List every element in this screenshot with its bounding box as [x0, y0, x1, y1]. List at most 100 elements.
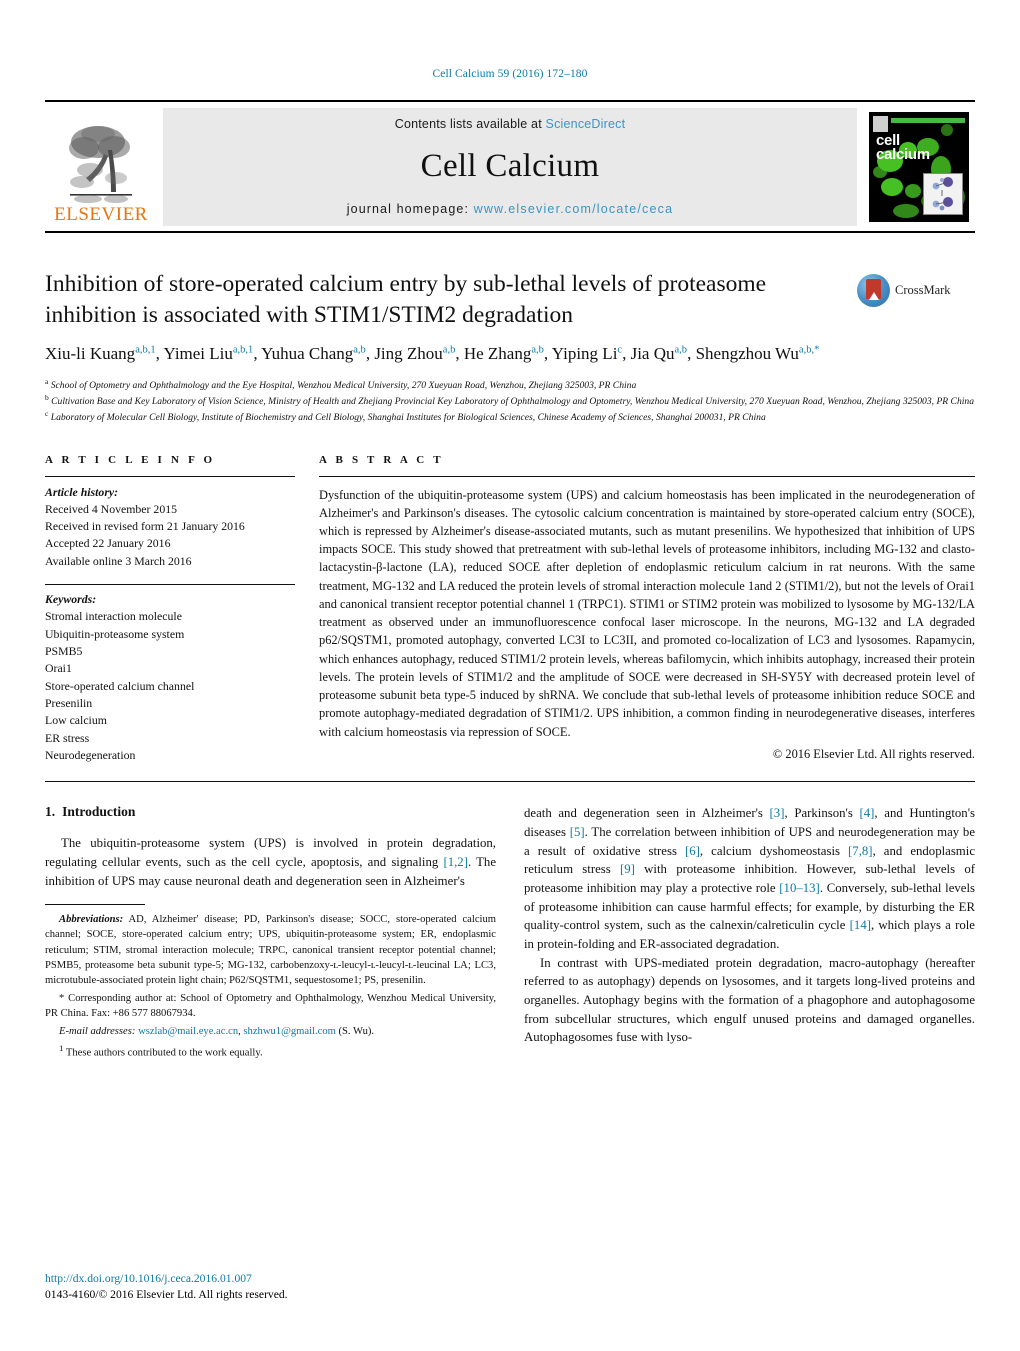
journal-homepage-line: journal homepage: www.elsevier.com/locat…	[347, 202, 673, 216]
article-page: Cell Calcium 59 (2016) 172–180 ELSEVIER …	[0, 0, 1020, 1351]
footer-doi-block: http://dx.doi.org/10.1016/j.ceca.2016.01…	[45, 1271, 288, 1303]
equal-contrib-text: These authors contributed to the work eq…	[63, 1047, 263, 1059]
keyword-item: ER stress	[45, 730, 90, 745]
keyword-item: Stromal interaction molecule	[45, 609, 182, 624]
keyword-item: Orai1	[45, 661, 72, 676]
cover-title-line2: calcium	[876, 146, 930, 163]
journal-masthead: ELSEVIER Contents lists available at Sci…	[45, 100, 975, 233]
email-link-1[interactable]: wszlab@mail.eye.ac.cn	[138, 1026, 238, 1037]
affiliation-item: a School of Optometry and Ophthalmology …	[45, 377, 975, 393]
keyword-item: Neurodegeneration	[45, 748, 136, 763]
cover-elsevier-box-icon	[873, 116, 888, 132]
section-divider	[45, 781, 975, 783]
keyword-item: PSMB5	[45, 644, 83, 659]
article-history-label: Article history:	[45, 484, 119, 499]
elsevier-wordmark: ELSEVIER	[54, 204, 148, 225]
crossmark-label: CrossMark	[895, 283, 951, 297]
affiliation-text: School of Optometry and Ophthalmology an…	[50, 380, 637, 392]
citation-ref[interactable]: [6]	[685, 844, 700, 858]
abstract-text: Dysfunction of the ubiquitin-proteasome …	[319, 487, 975, 739]
footnote-emails: E-mail addresses: wszlab@mail.eye.ac.cn,…	[45, 1024, 496, 1039]
contents-lists-line: Contents lists available at ScienceDirec…	[395, 117, 626, 131]
citation-ref[interactable]: [5]	[570, 825, 585, 839]
footnote-equal-contribution: 1 These authors contributed to the work …	[45, 1042, 496, 1061]
article-info-column: A R T I C L E I N F O Article history: R…	[45, 454, 295, 765]
affiliation-marker: b	[45, 393, 49, 403]
keyword-list: Keywords: Stromal interaction molecule U…	[45, 585, 295, 764]
body-columns: 1. Introduction The ubiquitin-proteasome …	[45, 804, 975, 1063]
body-column-left: 1. Introduction The ubiquitin-proteasome …	[45, 804, 496, 1063]
cover-top-bar	[891, 118, 965, 123]
intro-text-f: , calcium dyshomeostasis	[699, 843, 849, 858]
crossmark-badge[interactable]: CrossMark	[857, 269, 975, 307]
footnote-block: Abbreviations: AD, Alzheimer' disease; P…	[45, 912, 496, 1060]
history-item: Received 4 November 2015	[45, 501, 178, 516]
citation-ref[interactable]: [1,2]	[443, 855, 468, 869]
journal-banner: Contents lists available at ScienceDirec…	[163, 108, 857, 226]
history-item: Available online 3 March 2016	[45, 553, 192, 568]
homepage-prefix: journal homepage:	[346, 202, 474, 216]
keyword-item: Ubiquitin-proteasome system	[45, 626, 185, 641]
citation-ref[interactable]: [7,8]	[848, 844, 873, 858]
email-link-2[interactable]: shzhwu1@gmail.com	[243, 1026, 335, 1037]
affiliation-marker: c	[45, 409, 49, 419]
abstract-copyright: © 2016 Elsevier Ltd. All rights reserved…	[772, 746, 975, 761]
affiliation-marker: a	[45, 377, 49, 387]
affiliation-item: b Cultivation Base and Key Laboratory of…	[45, 393, 975, 409]
intro-paragraph-1-right: death and degeneration seen in Alzheimer…	[524, 804, 975, 953]
title-row: Inhibition of store-operated calcium ent…	[45, 269, 975, 330]
keyword-item: Low calcium	[45, 713, 107, 728]
cover-inset-figure	[923, 173, 963, 215]
affiliation-text: Laboratory of Molecular Cell Biology, In…	[50, 412, 766, 424]
history-item: Received in revised form 21 January 2016	[45, 519, 245, 534]
intro-text-a: The ubiquitin-proteasome system (UPS) is…	[45, 836, 496, 870]
citation-ref[interactable]: [10–13]	[779, 881, 820, 895]
running-head: Cell Calcium 59 (2016) 172–180	[432, 68, 588, 80]
homepage-url-link[interactable]: www.elsevier.com/locate/ceca	[474, 202, 674, 216]
citation-ref[interactable]: [4]	[859, 806, 874, 820]
cover-journal-title: cell calcium	[876, 133, 930, 163]
author-list: Xiu-li Kuanga,b,1, Yimei Liua,b,1, Yuhua…	[45, 344, 820, 364]
article-info-heading: A R T I C L E I N F O	[45, 453, 216, 466]
info-abstract-region: A R T I C L E I N F O Article history: R…	[45, 454, 975, 765]
keyword-item: Presenilin	[45, 696, 93, 711]
section-title: Introduction	[62, 804, 136, 820]
history-item: Accepted 22 January 2016	[45, 536, 171, 551]
contents-prefix: Contents lists available at	[394, 117, 546, 131]
email-suffix: (S. Wu).	[335, 1025, 375, 1037]
doi-link[interactable]: http://dx.doi.org/10.1016/j.ceca.2016.01…	[45, 1271, 288, 1287]
citation-ref[interactable]: [14]	[850, 918, 871, 932]
body-column-right: death and degeneration seen in Alzheimer…	[524, 804, 975, 1063]
affiliation-text: Cultivation Base and Key Laboratory of V…	[51, 396, 975, 408]
abbreviations-label: Abbreviations:	[59, 914, 124, 926]
footnote-corresponding-author: * Corresponding author at: School of Opt…	[45, 991, 496, 1021]
citation-ref[interactable]: [9]	[620, 862, 635, 876]
sciencedirect-link[interactable]: ScienceDirect	[546, 117, 626, 131]
journal-cover-image: cell calcium	[869, 112, 969, 222]
crossmark-icon	[857, 274, 890, 307]
citation-ref[interactable]: [3]	[770, 806, 785, 820]
affiliation-item: c Laboratory of Molecular Cell Biology, …	[45, 409, 975, 425]
intro-paragraph-2: In contrast with UPS-mediated protein de…	[524, 955, 975, 1045]
section-number: 1.	[45, 804, 56, 820]
footnote-abbreviations: Abbreviations: AD, Alzheimer' disease; P…	[45, 912, 496, 987]
journal-cover: cell calcium	[863, 108, 975, 226]
intro-text-c: , Parkinson's	[784, 806, 860, 821]
email-label: E-mail addresses:	[59, 1025, 136, 1037]
page-title: Inhibition of store-operated calcium ent…	[45, 271, 767, 328]
abstract-heading: A B S T R A C T	[319, 453, 444, 466]
keyword-item: Store-operated calcium channel	[45, 678, 195, 693]
corresponding-text: Corresponding author at: School of Optom…	[45, 992, 496, 1019]
intro-paragraph-1-left: The ubiquitin-proteasome system (UPS) is…	[45, 834, 496, 890]
elsevier-logo: ELSEVIER	[45, 108, 157, 226]
intro-continued: death and degeneration seen in Alzheimer…	[524, 806, 770, 821]
issn-copyright-line: 0143-4160/© 2016 Elsevier Ltd. All right…	[45, 1288, 288, 1302]
affiliation-list: a School of Optometry and Ophthalmology …	[45, 377, 975, 425]
abstract-column: A B S T R A C T Dysfunction of the ubiqu…	[319, 454, 975, 765]
section-heading-introduction: 1. Introduction	[45, 804, 496, 820]
elsevier-tree-icon	[64, 120, 138, 204]
journal-title: Cell Calcium	[420, 148, 600, 184]
article-history: Article history: Received 4 November 201…	[45, 477, 295, 571]
keywords-label: Keywords:	[45, 592, 97, 607]
footnote-divider	[45, 904, 145, 906]
